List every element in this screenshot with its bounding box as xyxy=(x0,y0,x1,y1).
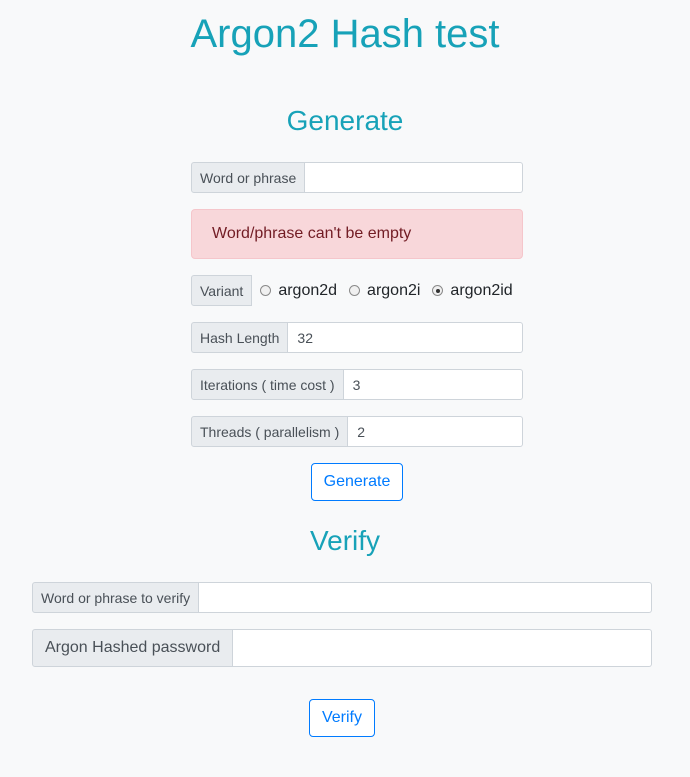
radio-argon2i-dot[interactable] xyxy=(349,285,361,296)
verify-word-group: Word or phrase to verify xyxy=(32,582,652,613)
radio-argon2i[interactable]: argon2i xyxy=(349,282,420,300)
threads-group: Threads ( parallelism ) xyxy=(191,416,523,447)
hashed-password-group: Argon Hashed password xyxy=(32,629,652,667)
hash-length-label: Hash Length xyxy=(191,322,289,353)
word-input[interactable] xyxy=(305,162,523,193)
radio-argon2id-dot[interactable] xyxy=(432,285,444,296)
iterations-input[interactable] xyxy=(343,369,523,400)
hash-length-group: Hash Length xyxy=(191,322,523,353)
hashed-password-input[interactable] xyxy=(233,629,652,667)
verify-heading: Verify xyxy=(309,525,381,556)
radio-argon2d-label: argon2d xyxy=(278,281,338,299)
generate-button[interactable]: Generate xyxy=(311,463,403,501)
radio-argon2id[interactable]: argon2id xyxy=(432,281,513,300)
word-label: Word or phrase xyxy=(191,162,306,193)
radio-argon2id-label: argon2id xyxy=(450,281,513,299)
verify-word-input[interactable] xyxy=(199,582,652,613)
iterations-label: Iterations ( time cost ) xyxy=(191,369,344,400)
iterations-group: Iterations ( time cost ) xyxy=(191,369,523,400)
variant-label: Variant xyxy=(191,275,253,306)
threads-input[interactable] xyxy=(348,416,523,447)
verify-button[interactable]: Verify xyxy=(309,699,375,737)
error-message: Word/phrase can't be empty xyxy=(212,225,412,242)
variant-radios: argon2d argon2i argon2id xyxy=(252,275,524,306)
hash-length-input[interactable] xyxy=(288,322,523,353)
word-input-group: Word or phrase xyxy=(191,162,523,193)
error-alert: Word/phrase can't be empty xyxy=(191,209,523,259)
page-title: Argon2 Hash test xyxy=(190,12,500,56)
hashed-password-label: Argon Hashed password xyxy=(32,629,234,667)
radio-argon2d-dot[interactable] xyxy=(260,285,272,296)
generate-heading: Generate xyxy=(286,105,404,136)
radio-argon2d[interactable]: argon2d xyxy=(260,282,337,300)
threads-label: Threads ( parallelism ) xyxy=(191,416,349,447)
variant-group: Variant argon2d argon2i argon2id xyxy=(191,275,523,306)
radio-argon2i-label: argon2i xyxy=(367,281,421,299)
verify-word-label: Word or phrase to verify xyxy=(32,582,200,613)
